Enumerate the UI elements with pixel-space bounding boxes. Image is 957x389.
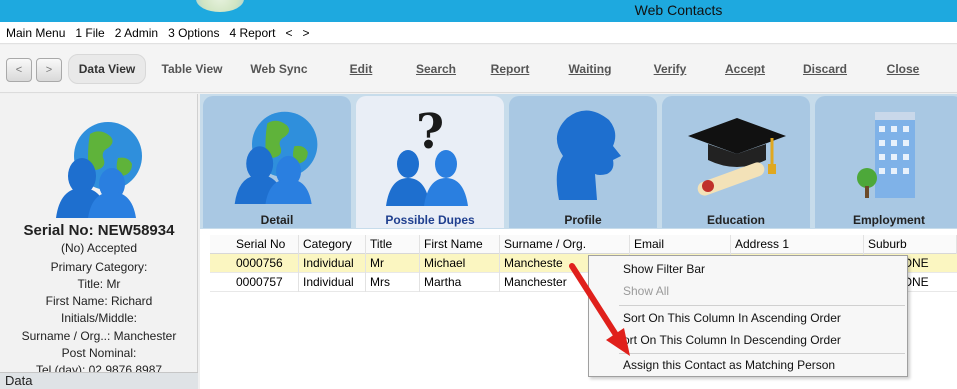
- column-header-serial[interactable]: Serial No: [232, 235, 299, 254]
- graduation-cap-icon: [688, 118, 786, 196]
- globe-people-icon: [234, 111, 318, 204]
- toolbar: < > Data View Table View Web Sync Edit S…: [0, 45, 957, 93]
- column-header-email[interactable]: Email: [630, 235, 731, 254]
- waiting-button[interactable]: Waiting: [560, 54, 620, 84]
- first-name-line: First Name: Richard: [45, 294, 153, 308]
- head-profile-icon: [556, 110, 621, 200]
- edit-button[interactable]: Edit: [336, 54, 386, 84]
- svg-text:?: ?: [416, 106, 444, 160]
- tab-possible-dupes-label: Possible Dupes: [385, 213, 475, 227]
- question-people-icon: ?: [386, 106, 468, 206]
- tab-education-label: Education: [706, 213, 765, 227]
- menu-item-assign-matching-person[interactable]: Assign this Contact as Matching Person: [589, 354, 907, 376]
- menu-item-show-filter-bar[interactable]: Show Filter Bar: [589, 258, 907, 280]
- cell-category: Individual: [299, 273, 366, 292]
- cell-category: Individual: [299, 254, 366, 273]
- initials-line: Initials/Middle:: [60, 311, 138, 325]
- menu-item-sort-ascending[interactable]: Sort On This Column In Ascending Order: [589, 307, 907, 329]
- column-header-first-name[interactable]: First Name: [420, 235, 500, 254]
- column-header-surname[interactable]: Surname / Org.: [500, 235, 630, 254]
- tab-employment[interactable]: Employment: [815, 96, 957, 228]
- tab-profile-label: Profile: [564, 213, 602, 227]
- cell-title: Mr: [366, 254, 420, 273]
- column-header-suburb[interactable]: Suburb: [864, 235, 957, 254]
- menu-file[interactable]: 1 File: [75, 26, 104, 40]
- post-nominal-line: Post Nominal:: [61, 346, 137, 360]
- tab-detail[interactable]: Detail: [203, 96, 351, 228]
- menu-separator: [619, 305, 905, 306]
- menu-admin[interactable]: 2 Admin: [115, 26, 158, 40]
- menu-item-show-all: Show All: [623, 284, 670, 298]
- verify-button[interactable]: Verify: [644, 54, 696, 84]
- data-footer-tab[interactable]: Data: [0, 372, 198, 389]
- table-view-button[interactable]: Table View: [155, 54, 229, 84]
- menu-scroll-right[interactable]: >: [303, 26, 310, 40]
- cell-serial: 0000756: [232, 254, 299, 273]
- tab-strip: Detail ? Possible Dupes Profile Educatio…: [200, 94, 957, 229]
- column-header-title[interactable]: Title: [366, 235, 420, 254]
- cell-first-name: Martha: [420, 273, 500, 292]
- discard-button[interactable]: Discard: [796, 54, 854, 84]
- tab-possible-dupes[interactable]: ? Possible Dupes: [356, 96, 504, 228]
- report-button[interactable]: Report: [482, 54, 538, 84]
- menu-report[interactable]: 4 Report: [229, 26, 275, 40]
- tab-education[interactable]: Education: [662, 96, 810, 228]
- primary-category-line: Primary Category:: [50, 260, 148, 274]
- cell-serial: 0000757: [232, 273, 299, 292]
- context-menu: Show Filter Bar Show All Sort On This Co…: [588, 255, 908, 377]
- record-summary-panel: Serial No: NEW58934 (No) Accepted Primar…: [0, 94, 198, 389]
- title-line: Title: Mr: [77, 277, 121, 291]
- column-header-category[interactable]: Category: [299, 235, 366, 254]
- menu-bar: Main Menu 1 File 2 Admin 3 Options 4 Rep…: [0, 22, 957, 44]
- status-line: (No) Accepted: [60, 241, 138, 255]
- menu-scroll-left[interactable]: <: [285, 26, 292, 40]
- serial-number: Serial No: NEW58934: [23, 222, 175, 239]
- cell-title: Mrs: [366, 273, 420, 292]
- menu-main[interactable]: Main Menu: [6, 26, 65, 40]
- close-button[interactable]: Close: [878, 54, 928, 84]
- office-building-icon: [857, 112, 915, 198]
- globe-people-icon: [56, 122, 142, 218]
- title-bar: Web Contacts: [0, 0, 957, 22]
- tab-profile[interactable]: Profile: [509, 96, 657, 228]
- forward-button[interactable]: >: [36, 58, 62, 82]
- surname-line: Surname / Org..: Manchester: [21, 329, 177, 343]
- app-window: Web Contacts Main Menu 1 File 2 Admin 3 …: [0, 0, 957, 389]
- menu-item-sort-descending[interactable]: ort On This Column In Descending Order: [589, 329, 907, 351]
- back-button[interactable]: <: [6, 58, 32, 82]
- window-title: Web Contacts: [634, 2, 723, 18]
- column-header-address[interactable]: Address 1: [731, 235, 864, 254]
- accept-button[interactable]: Accept: [716, 54, 774, 84]
- web-sync-button[interactable]: Web Sync: [242, 54, 316, 84]
- tab-detail-label: Detail: [260, 213, 294, 227]
- menu-options[interactable]: 3 Options: [168, 26, 219, 40]
- tab-employment-label: Employment: [852, 213, 925, 227]
- grid-header: Serial No Category Title First Name Surn…: [210, 235, 957, 254]
- cell-first-name: Michael: [420, 254, 500, 273]
- data-view-button[interactable]: Data View: [68, 54, 146, 84]
- search-button[interactable]: Search: [408, 54, 464, 84]
